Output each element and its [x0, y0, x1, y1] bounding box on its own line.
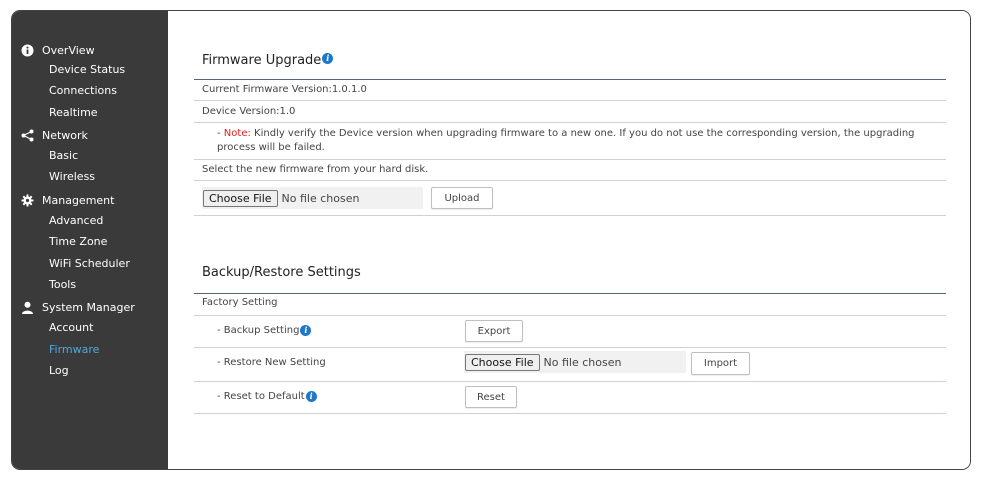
divider — [194, 215, 946, 216]
sidebar-item-advanced[interactable]: Advanced — [49, 213, 103, 229]
sidebar-item-firmware[interactable]: Firmware — [49, 342, 99, 358]
divider — [194, 79, 946, 80]
firmware-file-input[interactable]: Choose File No file chosen — [202, 187, 423, 209]
divider — [194, 293, 946, 294]
share-icon — [20, 128, 34, 142]
sidebar-item-account[interactable]: Account — [49, 320, 93, 336]
sidebar-item-basic[interactable]: Basic — [49, 148, 78, 164]
sidebar-section-network[interactable]: Network — [20, 126, 88, 144]
sidebar: OverView Device Status Connections Realt… — [12, 11, 168, 469]
current-firmware-version: Current Firmware Version:1.0.1.0 — [202, 84, 367, 95]
sidebar-section-overview[interactable]: OverView — [20, 41, 95, 59]
device-version: Device Version:1.0 — [202, 106, 296, 117]
info-icon[interactable]: i — [322, 53, 334, 64]
select-firmware-text: Select the new firmware from your hard d… — [202, 164, 429, 175]
sidebar-item-time-zone[interactable]: Time Zone — [49, 234, 107, 250]
choose-file-button[interactable]: Choose File — [465, 353, 540, 371]
backup-section-title: Backup/Restore Settings — [202, 265, 361, 280]
reset-default-label: - Reset to Default — [217, 391, 305, 402]
user-icon — [20, 300, 34, 314]
info-icon — [20, 43, 34, 57]
sidebar-section-management[interactable]: Management — [20, 191, 114, 209]
app-frame: OverView Device Status Connections Realt… — [11, 10, 971, 470]
sidebar-section-label: Management — [42, 193, 115, 207]
restore-setting-label: - Restore New Setting — [217, 357, 326, 368]
factory-setting-label: Factory Setting — [202, 297, 278, 308]
divider — [194, 122, 946, 123]
file-status-text: No file chosen — [281, 191, 360, 205]
sidebar-section-system-manager[interactable]: System Manager — [20, 298, 135, 316]
divider — [194, 413, 946, 414]
reset-default-row: - Reset to Default i — [217, 391, 317, 402]
sidebar-item-device-status[interactable]: Device Status — [49, 62, 125, 78]
sidebar-item-connections[interactable]: Connections — [49, 83, 117, 99]
sidebar-item-wifi-scheduler[interactable]: WiFi Scheduler — [49, 256, 130, 272]
firmware-section-title: Firmware Upgrade i — [202, 53, 334, 68]
upload-button[interactable]: Upload — [431, 187, 493, 209]
sidebar-item-tools[interactable]: Tools — [49, 277, 76, 293]
export-button[interactable]: Export — [465, 320, 523, 342]
backup-setting-row: - Backup Setting i — [217, 325, 312, 336]
divider — [194, 315, 946, 316]
restore-file-input[interactable]: Choose File No file chosen — [464, 351, 686, 373]
divider — [194, 159, 946, 160]
gear-icon — [20, 193, 34, 207]
info-icon[interactable]: i — [300, 325, 312, 336]
sidebar-item-wireless[interactable]: Wireless — [49, 169, 95, 185]
divider — [194, 381, 946, 382]
main-content: Firmware Upgrade i Current Firmware Versi… — [168, 11, 970, 469]
sidebar-item-log[interactable]: Log — [49, 363, 69, 379]
file-status-text: No file chosen — [543, 355, 622, 369]
note-text: Kindly verify the Device version when up… — [217, 128, 915, 153]
firmware-note: - Note: Kindly verify the Device version… — [217, 127, 941, 155]
info-icon[interactable]: i — [305, 391, 317, 402]
backup-setting-label: - Backup Setting — [217, 325, 300, 336]
import-button[interactable]: Import — [691, 352, 750, 375]
divider — [194, 100, 946, 101]
choose-file-button[interactable]: Choose File — [203, 189, 278, 207]
divider — [194, 180, 946, 181]
sidebar-section-label: Network — [42, 128, 88, 142]
sidebar-section-label: OverView — [42, 43, 95, 57]
divider — [194, 347, 946, 348]
reset-button[interactable]: Reset — [465, 386, 517, 408]
firmware-title-text: Firmware Upgrade — [202, 53, 322, 68]
note-prefix: - — [217, 128, 224, 139]
sidebar-item-realtime[interactable]: Realtime — [49, 105, 98, 121]
note-label: Note: — [223, 128, 251, 139]
sidebar-section-label: System Manager — [42, 300, 135, 314]
